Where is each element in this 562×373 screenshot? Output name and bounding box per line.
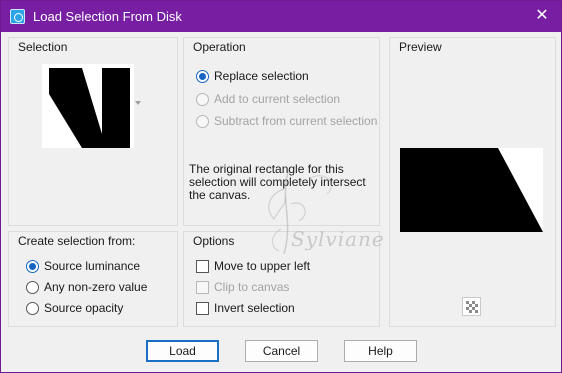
checkbox-clip-to-canvas[interactable]: Clip to canvas — [196, 278, 289, 296]
radio-subtract-from-selection[interactable]: Subtract from current selection — [196, 112, 377, 130]
checkbox-invert-selection[interactable]: Invert selection — [196, 299, 295, 317]
close-icon: ✕ — [535, 7, 549, 24]
radio-label: Add to current selection — [214, 92, 341, 106]
radio-replace-selection[interactable]: Replace selection — [196, 67, 309, 85]
selection-group-title: Selection — [18, 40, 68, 54]
intersect-info-text: The original rectangle for this selectio… — [189, 162, 366, 202]
title-bar[interactable]: Load Selection From Disk ✕ — [1, 1, 561, 32]
create-from-group-title: Create selection from: — [18, 234, 136, 248]
help-button[interactable]: Help — [344, 340, 417, 362]
radio-button-icon — [196, 114, 209, 128]
checkbox-label: Move to upper left — [214, 259, 311, 273]
radio-button-icon — [196, 92, 209, 106]
selection-app-icon — [10, 9, 25, 24]
preview-image — [400, 148, 543, 232]
radio-source-luminance[interactable]: Source luminance — [26, 257, 140, 275]
checkbox-icon — [196, 280, 209, 294]
selection-thumbnail-image — [42, 64, 134, 148]
radio-button-icon — [26, 280, 39, 294]
preview-canvas — [400, 148, 543, 232]
load-button[interactable]: Load — [146, 340, 219, 362]
radio-label: Source opacity — [44, 301, 124, 315]
radio-button-icon — [196, 69, 209, 83]
preview-group-title: Preview — [399, 40, 442, 54]
radio-any-non-zero-value[interactable]: Any non-zero value — [26, 278, 147, 296]
radio-button-icon — [26, 301, 39, 315]
checkbox-move-to-upper-left[interactable]: Move to upper left — [196, 257, 310, 275]
radio-source-opacity[interactable]: Source opacity — [26, 299, 123, 317]
cancel-button[interactable]: Cancel — [245, 340, 318, 362]
checkbox-icon — [196, 301, 209, 315]
radio-button-icon — [26, 259, 39, 273]
checkbox-label: Invert selection — [214, 301, 295, 315]
window-title: Load Selection From Disk — [33, 9, 182, 24]
checkerboard-icon[interactable] — [462, 297, 481, 316]
watermark-text: Sylviane — [291, 227, 385, 251]
radio-label: Source luminance — [44, 259, 141, 273]
chevron-down-icon[interactable] — [135, 101, 141, 105]
radio-label: Subtract from current selection — [214, 114, 378, 128]
checkbox-label: Clip to canvas — [214, 280, 290, 294]
checkbox-icon — [196, 259, 209, 273]
close-button[interactable]: ✕ — [531, 5, 553, 27]
radio-label: Any non-zero value — [44, 280, 148, 294]
operation-group-title: Operation — [193, 40, 246, 54]
radio-label: Replace selection — [214, 69, 309, 83]
radio-add-to-selection[interactable]: Add to current selection — [196, 90, 340, 108]
dialog-window: Load Selection From Disk ✕ Selection Ope… — [0, 0, 562, 373]
options-group-title: Options — [193, 234, 235, 248]
selection-thumbnail[interactable] — [42, 64, 134, 148]
